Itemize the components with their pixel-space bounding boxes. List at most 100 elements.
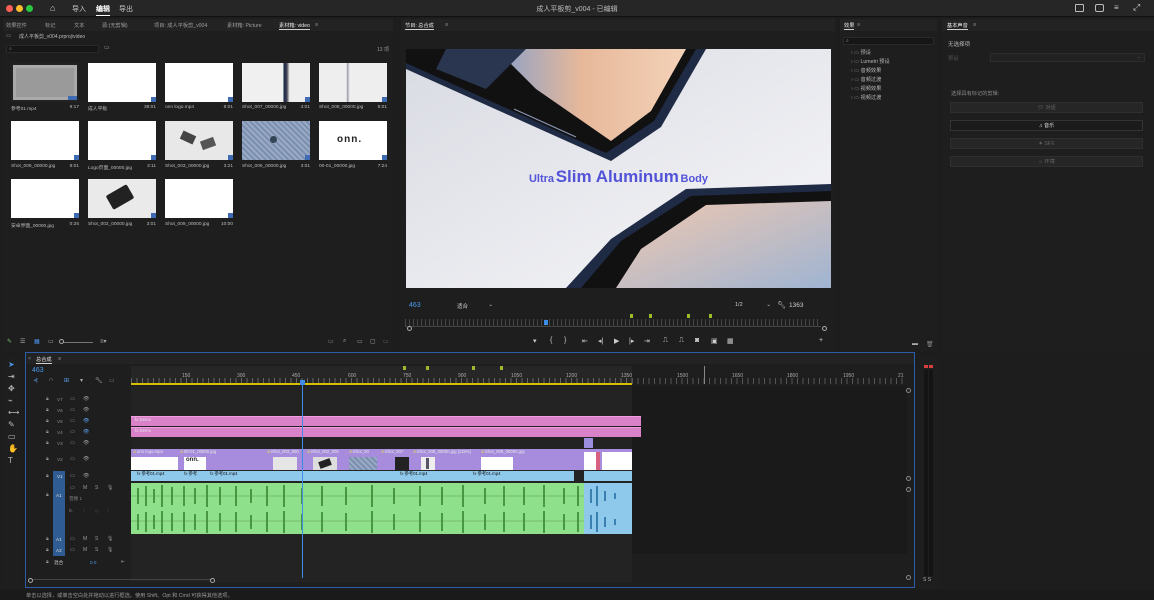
keyframe-add-icon[interactable]: ◇ [95,508,99,514]
lock-icon[interactable]: 🔒︎ [46,407,49,413]
comparison-view-icon[interactable]: ▣ [711,337,718,345]
tab-effects[interactable]: 效果 [844,22,855,30]
vr-video-icon[interactable]: ▦ [727,337,734,345]
pen-icon[interactable]: ✎ [8,420,15,429]
preset-dropdown[interactable]: ⌄ [990,53,1145,62]
v2-clip[interactable]: ⚠Shot_002_000 [305,449,347,470]
thumbnail[interactable] [242,63,310,102]
program-timecode[interactable]: 463 [409,302,421,309]
tab-markers[interactable]: 标记 [45,22,55,29]
track-label[interactable]: A1 [56,537,62,542]
mute-button[interactable]: M [83,547,87,553]
tab-project[interactable]: 项目: 成人平板剪_v004 [154,22,207,29]
mute-button[interactable]: M [83,536,87,542]
track-label[interactable]: V5 [57,419,63,424]
mark-in-icon[interactable]: { [550,337,552,344]
track-scroll-handle[interactable] [906,476,911,481]
v1-clip[interactable]: fx 参考01.mp4 [467,471,574,481]
lift-icon[interactable]: ⎍ [663,337,668,345]
v1-clip-end[interactable] [584,471,632,481]
resolution-dropdown[interactable]: 1/2 ⌄ [735,302,771,310]
sequence-marker[interactable] [403,366,406,370]
ripple-edit-icon[interactable]: ✥ [8,384,15,393]
marker[interactable] [687,314,690,318]
horizontal-zoom-bar[interactable] [28,578,215,583]
eye-icon[interactable]: 👁︎ [83,456,89,462]
marker[interactable] [709,314,712,318]
fullscreen-icon[interactable]: ⤢ [1133,2,1140,13]
panel-menu-icon[interactable]: ≡ [857,22,860,28]
freeform-view-icon[interactable]: ▭ [48,338,54,345]
out-handle[interactable] [822,326,827,331]
project-search-input[interactable]: ⌕ [6,45,99,53]
eye-icon[interactable]: 👁︎ [83,440,89,446]
v2-clip[interactable]: ⚠onn logo.mp4 [131,449,178,470]
new-bin-effects-icon[interactable]: ▬ [912,341,918,347]
add-marker-timeline-icon[interactable]: ▾ [80,377,83,384]
tab-text[interactable]: 文本 [74,22,84,29]
nest-icon[interactable]: ⊞ [64,377,69,384]
keyframe-next-icon[interactable]: › [107,508,109,514]
export-frame-icon[interactable]: ◙ [695,337,699,344]
lock-icon[interactable]: 🔒︎ [46,473,49,479]
thumbnail[interactable] [242,121,310,160]
track-scroll-handle-bottom[interactable] [906,575,911,580]
panel-menu-icon[interactable]: ≡ [445,22,448,28]
sync-lock-icon[interactable]: ▭ [70,473,75,479]
eye-icon[interactable]: 👁︎ [83,396,89,402]
keyframe-prev-icon[interactable]: ‹ [83,508,85,514]
v1-clip[interactable]: fx 参考01.mp4 [204,471,394,481]
find-icon[interactable]: ⌕ [343,338,346,345]
v1-clip[interactable]: fx 参考 [178,471,204,481]
icon-view-icon[interactable]: ▦ [34,338,40,345]
tab-program[interactable]: 节目: 总合成 [405,22,434,30]
linked-selection-icon[interactable]: ∩ [49,377,53,383]
demo-clip-v4[interactable]: fx Demo [131,427,641,437]
timeline-settings-icon[interactable]: 🔧︎ [95,377,103,384]
type-tool-icon[interactable]: T [8,456,13,465]
thumbnail[interactable] [165,179,233,218]
eye-icon[interactable]: 👁︎ [83,407,89,413]
v2-clip[interactable]: ⚠00-01_00000.jpg onn. [178,449,265,470]
sort-icon[interactable]: ≡▾ [100,338,107,345]
thumbnail[interactable] [165,121,233,160]
workspaces-icon[interactable] [1075,4,1084,12]
mute-button[interactable]: M [83,485,87,491]
tab-source[interactable]: 源:(无剪辑) [102,22,128,29]
selection-tool-icon[interactable]: ➤ [8,360,15,369]
track-label-a1[interactable]: A1 [56,493,62,498]
go-to-out-icon[interactable]: ⇥ [644,337,650,345]
sync-lock-icon[interactable]: ▭ [70,440,75,446]
write-protect-icon[interactable]: ✎ [7,338,12,345]
slip-icon[interactable]: ⟷ [8,408,19,417]
v2-clip[interactable]: ⚠Shot_00 [347,449,379,470]
fit-dropdown[interactable]: 适合 ⌄ [457,302,493,310]
lock-icon[interactable]: 🔒︎ [46,418,49,424]
effects-folder-presets[interactable]: › ▭ 预设 [851,49,871,56]
close-icon[interactable]: × [28,356,31,362]
thumbnail[interactable] [11,63,79,102]
lock-icon[interactable]: 🔒︎ [46,429,49,435]
track-scroll-handle[interactable] [906,487,911,492]
tab-bin-picture[interactable]: 素材箱: Picture [227,22,262,29]
step-forward-icon[interactable]: |▸ [629,337,634,345]
eye-icon[interactable]: 👁︎ [83,473,89,479]
clip-indicator-right[interactable] [929,365,933,368]
solo-button[interactable]: S [95,485,98,491]
solo-button[interactable]: S [95,547,98,553]
new-item-icon[interactable]: ▢ [370,338,376,345]
mix-volume[interactable]: 0.0 [90,560,96,565]
audio-clip-a1[interactable] [131,483,584,534]
lock-icon[interactable]: 🔒︎ [46,440,49,446]
v2-clip[interactable]: ⚠Shot_007 [379,449,411,470]
track-scroll-handle-top[interactable] [906,388,911,393]
program-scrubber[interactable] [405,319,821,327]
track-label[interactable]: V1 [57,474,63,479]
new-bin-bottom-icon[interactable]: ▭ [357,338,363,345]
step-back-icon[interactable]: ◂| [598,337,603,345]
lock-icon[interactable]: 🔒︎ [46,396,49,402]
audio-clip-a1-end[interactable] [584,483,632,534]
thumbnail[interactable]: onn. [319,121,387,160]
effects-folder-lumetri[interactable]: › ▭ Lumetri 预设 [851,58,890,65]
list-view-icon[interactable]: ☰ [20,338,25,345]
